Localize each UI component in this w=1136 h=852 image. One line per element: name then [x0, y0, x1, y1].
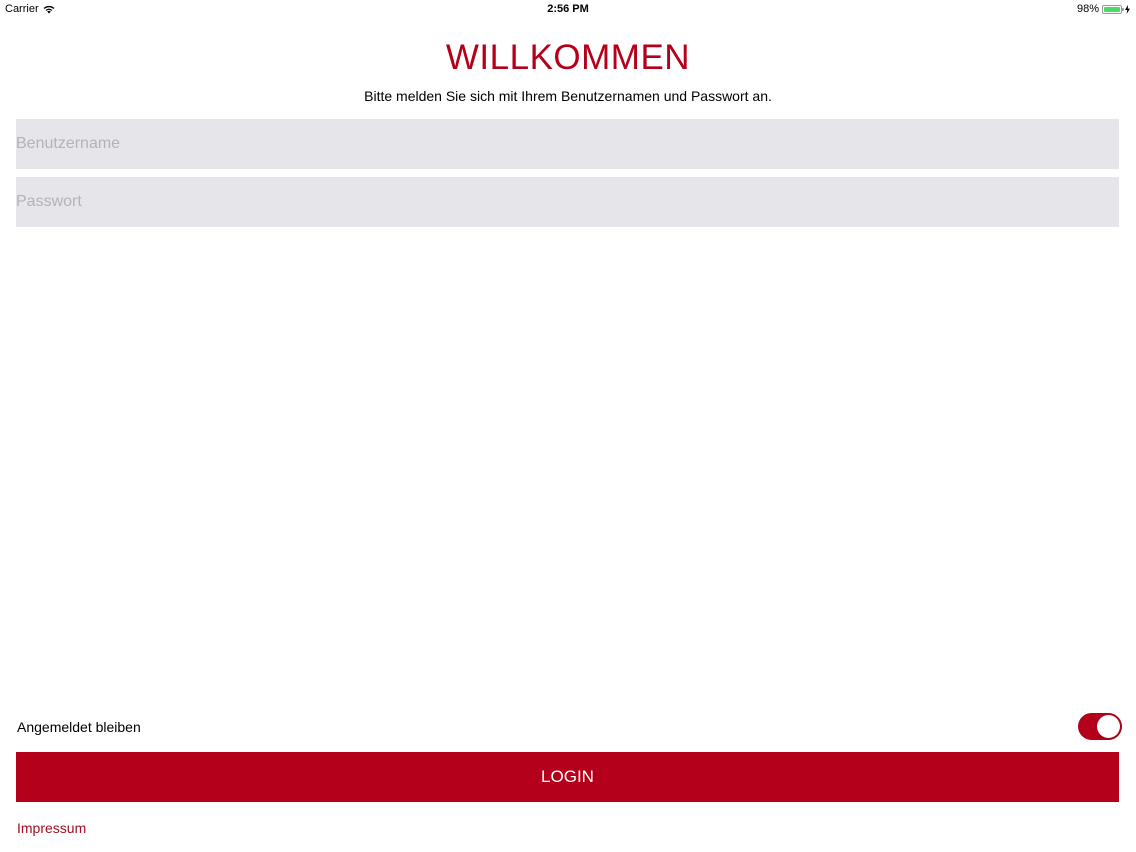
- toggle-knob: [1097, 715, 1120, 738]
- login-button[interactable]: LOGIN: [16, 752, 1119, 802]
- password-input[interactable]: [16, 177, 1119, 227]
- login-screen: Carrier 2:56 PM 98% WILLKOMMEN Bitte mel…: [0, 0, 1136, 852]
- page-subtitle: Bitte melden Sie sich mit Ihrem Benutzer…: [364, 88, 772, 104]
- charging-bolt-icon: [1125, 4, 1130, 14]
- battery-percent: 98%: [1076, 3, 1099, 15]
- stay-logged-in-label: Angemeldet bleiben: [17, 719, 141, 735]
- page-title: WILLKOMMEN: [445, 38, 691, 77]
- impressum-link[interactable]: Impressum: [17, 820, 86, 836]
- stay-logged-in-toggle[interactable]: [1078, 713, 1122, 740]
- username-input[interactable]: [16, 119, 1119, 169]
- status-right: 98%: [1077, 3, 1130, 15]
- battery-fill: [1104, 6, 1120, 12]
- status-bar: Carrier 2:56 PM 98%: [0, 0, 1136, 18]
- status-time: 2:56 PM: [547, 3, 589, 15]
- battery-icon: [1102, 4, 1124, 14]
